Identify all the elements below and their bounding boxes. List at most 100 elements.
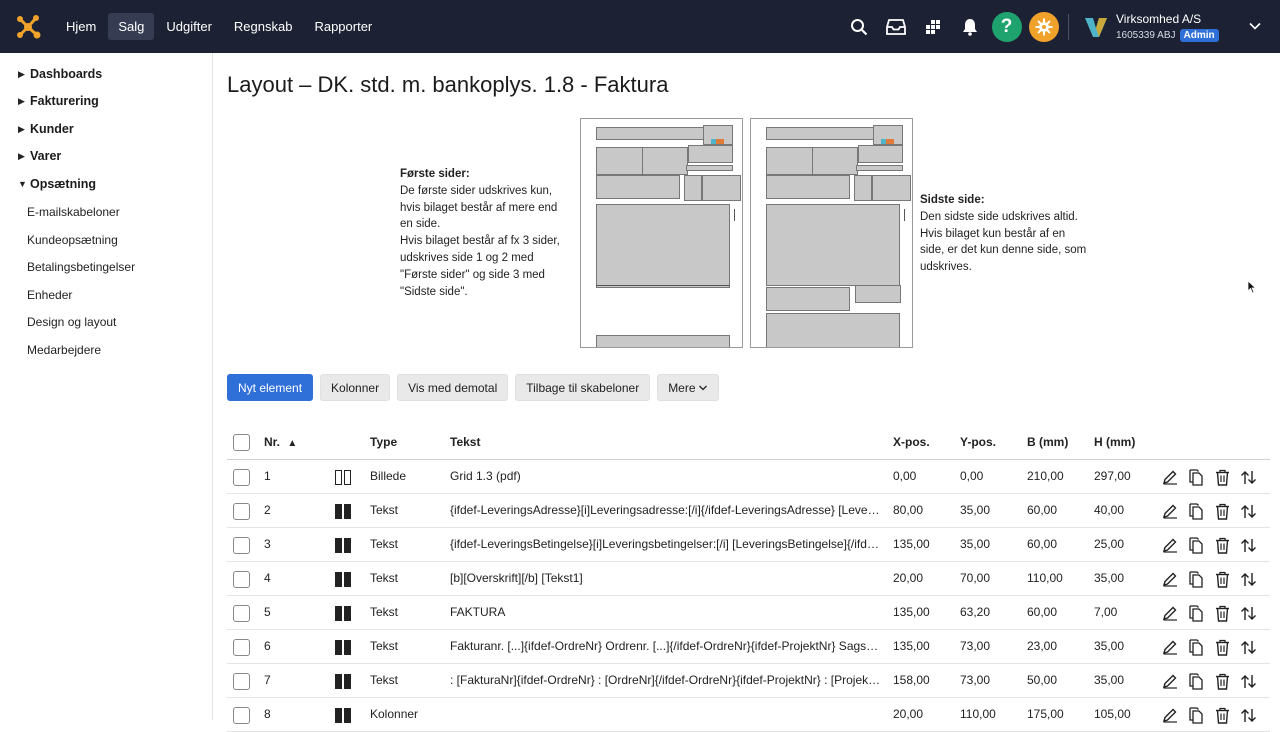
inbox-icon[interactable] xyxy=(877,0,914,53)
delete-trash-icon[interactable] xyxy=(1213,637,1231,657)
sidebar-item-betalingsbetingelser[interactable]: Betalingsbetingelser xyxy=(27,260,135,274)
company-switcher[interactable]: Virksomhed A/S 1605339 ABJ Admin xyxy=(1084,0,1219,53)
row-y-pos: 63,20 xyxy=(960,605,991,619)
copy-icon[interactable] xyxy=(1187,671,1205,691)
delete-trash-icon[interactable] xyxy=(1213,535,1231,555)
sidebar-group-dashboards[interactable]: ▶ Dashboards xyxy=(18,67,102,81)
row-width: 60,00 xyxy=(1027,503,1058,517)
nav-udgifter[interactable]: Udgifter xyxy=(156,13,222,40)
move-arrows-icon[interactable] xyxy=(1239,705,1257,725)
nav-regnskab[interactable]: Regnskab xyxy=(224,13,303,40)
copy-icon[interactable] xyxy=(1187,467,1205,487)
move-arrows-icon[interactable] xyxy=(1239,501,1257,521)
edit-pencil-icon[interactable] xyxy=(1161,467,1179,487)
row-checkbox[interactable] xyxy=(233,537,250,554)
move-arrows-icon[interactable] xyxy=(1239,535,1257,555)
row-height: 35,00 xyxy=(1094,673,1125,687)
row-checkbox[interactable] xyxy=(233,605,250,622)
copy-icon[interactable] xyxy=(1187,705,1205,725)
apps-grid-icon[interactable] xyxy=(914,0,951,53)
edit-pencil-icon[interactable] xyxy=(1161,671,1179,691)
edit-pencil-icon[interactable] xyxy=(1161,603,1179,623)
nav-rapporter[interactable]: Rapporter xyxy=(304,13,382,40)
nav-hjem[interactable]: Hjem xyxy=(56,13,106,40)
row-checkbox[interactable] xyxy=(233,707,250,724)
row-type: Tekst xyxy=(370,605,399,619)
row-checkbox[interactable] xyxy=(233,571,250,588)
more-button[interactable]: Mere xyxy=(657,374,719,401)
sidebar-group-varer[interactable]: ▶ Varer xyxy=(18,149,61,163)
column-header-x[interactable]: X-pos. xyxy=(893,435,930,449)
copy-icon[interactable] xyxy=(1187,569,1205,589)
delete-trash-icon[interactable] xyxy=(1213,671,1231,691)
select-all-checkbox[interactable] xyxy=(233,434,250,451)
sidebar-group-opsaetning[interactable]: ▼ Opsætning xyxy=(18,177,96,191)
columns-button[interactable]: Kolonner xyxy=(320,374,391,401)
row-height: 35,00 xyxy=(1094,571,1125,585)
nav-salg[interactable]: Salg xyxy=(108,13,155,40)
sidebar-item-design-og-layout[interactable]: Design og layout xyxy=(27,315,116,329)
table-row[interactable]: 5 Tekst FAKTURA 135,00 63,20 60,00 7,00 xyxy=(227,596,1270,630)
row-x-pos: 135,00 xyxy=(893,639,930,653)
table-row[interactable]: 6 Tekst Fakturanr. [...]{ifdef-OrdreNr} Or… xyxy=(227,630,1270,664)
column-header-type[interactable]: Type xyxy=(370,435,397,449)
column-header-height[interactable]: H (mm) xyxy=(1094,435,1135,449)
column-header-width[interactable]: B (mm) xyxy=(1027,435,1068,449)
column-header-nr[interactable]: Nr. ▲ xyxy=(264,435,297,449)
copy-icon[interactable] xyxy=(1187,637,1205,657)
edit-pencil-icon[interactable] xyxy=(1161,501,1179,521)
delete-trash-icon[interactable] xyxy=(1213,603,1231,623)
search-icon[interactable] xyxy=(840,0,877,53)
help-icon[interactable]: ? xyxy=(988,0,1025,53)
back-to-templates-button[interactable]: Tilbage til skabeloner xyxy=(515,374,651,401)
table-row[interactable]: 1 Billede Grid 1.3 (pdf) 0,00 0,00 210,00 297,… xyxy=(227,460,1270,494)
sidebar-group-label: Opsætning xyxy=(30,177,96,191)
row-checkbox[interactable] xyxy=(233,639,250,656)
bell-icon[interactable] xyxy=(951,0,988,53)
delete-trash-icon[interactable] xyxy=(1213,705,1231,725)
chevron-down-icon[interactable] xyxy=(1248,19,1262,33)
column-header-y[interactable]: Y-pos. xyxy=(960,435,996,449)
copy-icon[interactable] xyxy=(1187,535,1205,555)
delete-trash-icon[interactable] xyxy=(1213,501,1231,521)
sidebar-item-enheder[interactable]: Enheder xyxy=(27,288,72,302)
table-row[interactable]: 8 Kolonner 20,00 110,00 175,00 105,00 xyxy=(227,698,1270,732)
first-page-preview[interactable] xyxy=(580,118,743,348)
row-actions xyxy=(1161,535,1257,555)
settings-gear-icon[interactable] xyxy=(1025,0,1062,53)
copy-icon[interactable] xyxy=(1187,501,1205,521)
description-line: hvis bilaget består af mere end xyxy=(400,201,558,214)
move-arrows-icon[interactable] xyxy=(1239,467,1257,487)
move-arrows-icon[interactable] xyxy=(1239,569,1257,589)
row-checkbox[interactable] xyxy=(233,673,250,690)
company-logo-icon xyxy=(1085,17,1107,37)
app-logo-icon[interactable] xyxy=(0,0,56,53)
table-row[interactable]: 7 Tekst: [FakturaNr]{ifdef-OrdreNr} : [Or… xyxy=(227,664,1270,698)
row-checkbox[interactable] xyxy=(233,469,250,486)
row-checkbox[interactable] xyxy=(233,503,250,520)
sidebar-item-medarbejdere[interactable]: Medarbejdere xyxy=(27,343,101,357)
new-element-button[interactable]: Nyt element xyxy=(227,374,314,401)
table-row[interactable]: 4 Tekst [b][Overskrift][/b] [Tekst1] 20,00 7… xyxy=(227,562,1270,596)
delete-trash-icon[interactable] xyxy=(1213,467,1231,487)
delete-trash-icon[interactable] xyxy=(1213,569,1231,589)
sidebar-item-kundeopsaetning[interactable]: Kundeopsætning xyxy=(27,233,118,247)
move-arrows-icon[interactable] xyxy=(1239,637,1257,657)
move-arrows-icon[interactable] xyxy=(1239,603,1257,623)
move-arrows-icon[interactable] xyxy=(1239,671,1257,691)
table-row[interactable]: 2 Tekst {ifdef-LeveringsAdresse}[i]Leverin… xyxy=(227,494,1270,528)
sidebar-item-emailskabeloner[interactable]: E-mailskabeloner xyxy=(27,205,120,219)
sidebar-group-kunder[interactable]: ▶ Kunder xyxy=(18,122,74,136)
edit-pencil-icon[interactable] xyxy=(1161,637,1179,657)
table-row[interactable]: 3 Tekst {ifdef-LeveringsBetingelse}[i]Leve… xyxy=(227,528,1270,562)
copy-icon[interactable] xyxy=(1187,603,1205,623)
edit-pencil-icon[interactable] xyxy=(1161,705,1179,725)
row-x-pos: 0,00 xyxy=(893,469,917,483)
sidebar-group-label: Dashboards xyxy=(30,67,103,81)
last-page-preview[interactable] xyxy=(750,118,913,348)
sidebar-group-fakturering[interactable]: ▶ Fakturering xyxy=(18,94,99,108)
edit-pencil-icon[interactable] xyxy=(1161,569,1179,589)
edit-pencil-icon[interactable] xyxy=(1161,535,1179,555)
show-demo-button[interactable]: Vis med demotal xyxy=(397,374,509,401)
column-header-text[interactable]: Tekst xyxy=(450,435,480,449)
